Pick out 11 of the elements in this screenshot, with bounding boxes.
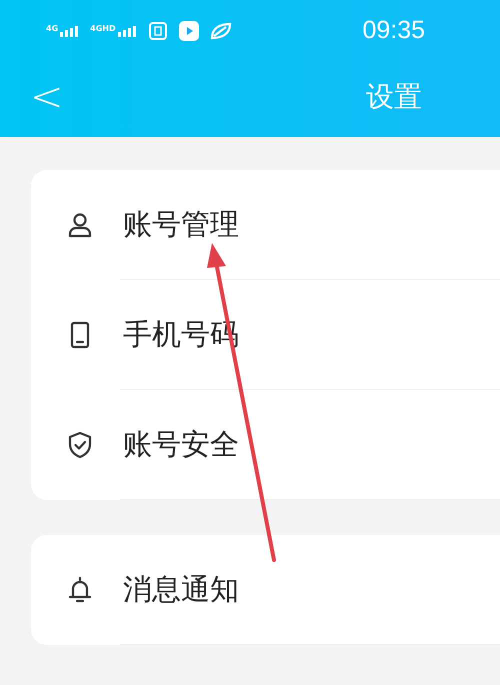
settings-item[interactable]: 账号安全 <box>31 390 500 500</box>
item-label: 账号安全 <box>123 426 239 464</box>
sim-card-icon <box>148 21 168 41</box>
clock-time: 09:35 <box>362 15 425 46</box>
page-title: 设置 <box>366 79 422 115</box>
item-label: 消息通知 <box>123 571 239 608</box>
play-icon <box>178 20 200 42</box>
leaf-icon <box>210 22 232 40</box>
settings-item[interactable]: 账号管理 <box>31 170 500 280</box>
settings-item[interactable]: 消息通知 <box>31 535 500 645</box>
item-label: 账号管理 <box>123 206 239 244</box>
